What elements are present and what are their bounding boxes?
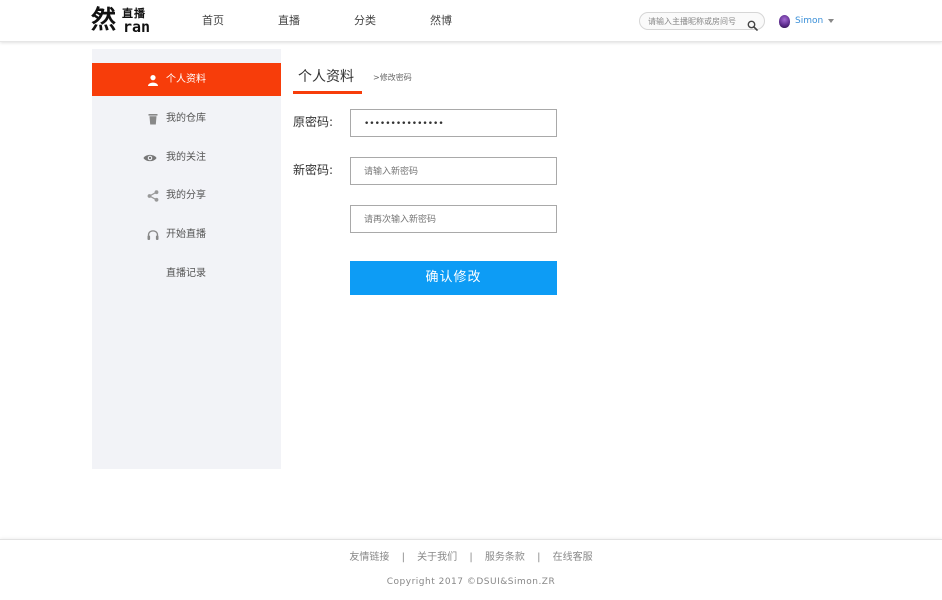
- sidebar-item-start-live[interactable]: 开始直播: [92, 218, 281, 251]
- sidebar-item-follows[interactable]: 我的关注: [92, 141, 281, 174]
- footer-separator: |: [401, 552, 405, 563]
- confirm-password-field[interactable]: [364, 213, 544, 226]
- chevron-down-icon[interactable]: [828, 19, 835, 23]
- eye-icon: [143, 151, 157, 165]
- share-icon: [146, 189, 160, 203]
- logo-text-bottom: ran: [123, 18, 151, 36]
- search-icon[interactable]: [747, 16, 758, 31]
- search-input[interactable]: [648, 15, 748, 28]
- nav-ranbo[interactable]: 然博: [430, 0, 452, 42]
- username[interactable]: Simon: [795, 12, 823, 30]
- new-password-label: 新密码:: [293, 163, 334, 177]
- sidebar-item-live-history[interactable]: 直播记录: [92, 257, 281, 290]
- avatar[interactable]: [779, 14, 790, 28]
- old-password-label: 原密码:: [293, 115, 334, 129]
- person-icon: [146, 73, 160, 87]
- old-password-field-box: [350, 109, 557, 137]
- copyright: Copyright 2017 ©DSUI&Simon.ZR: [386, 577, 556, 587]
- nav-category[interactable]: 分类: [354, 0, 376, 42]
- footer-link-terms[interactable]: 服务条款: [485, 552, 525, 563]
- footer-links: 友情链接 | 关于我们 | 服务条款 | 在线客服: [0, 551, 942, 565]
- nav-live[interactable]: 直播: [278, 0, 300, 42]
- sidebar-item-storage[interactable]: 我的仓库: [92, 102, 281, 135]
- old-password-field[interactable]: [364, 117, 544, 130]
- confirm-password-field-box: [350, 205, 557, 233]
- sidebar-item-label: 个人资料: [166, 74, 206, 85]
- footer-link-friends[interactable]: 友情链接: [349, 552, 389, 563]
- new-password-field[interactable]: [364, 165, 544, 178]
- footer: 友情链接 | 关于我们 | 服务条款 | 在线客服 Copyright 2017…: [0, 539, 942, 600]
- sidebar-item-label: 我的分享: [166, 190, 206, 201]
- tab-profile[interactable]: 个人资料: [298, 68, 354, 86]
- sidebar-item-profile[interactable]: 个人资料: [92, 63, 281, 96]
- new-password-field-box: [350, 157, 557, 185]
- sidebar-item-label: 开始直播: [166, 229, 206, 240]
- footer-link-about[interactable]: 关于我们: [417, 552, 457, 563]
- sidebar-item-label: 我的关注: [166, 152, 206, 163]
- footer-separator: |: [469, 552, 473, 563]
- active-tab-indicator: [293, 91, 362, 94]
- site-logo[interactable]: 然 直播 ran: [91, 5, 151, 37]
- headphones-icon: [146, 228, 160, 242]
- footer-link-support[interactable]: 在线客服: [553, 552, 593, 563]
- confirm-change-button[interactable]: 确认修改: [350, 261, 557, 295]
- logo-glyph: 然: [91, 5, 117, 34]
- sidebar-item-label: 我的仓库: [166, 113, 206, 124]
- breadcrumb: >修改密码: [373, 73, 412, 82]
- sidebar-item-label: 直播记录: [166, 268, 206, 279]
- footer-separator: |: [537, 552, 541, 563]
- top-header: 然 直播 ran 首页 直播 分类 然博 Simon: [0, 0, 942, 42]
- search-box: [639, 12, 765, 31]
- sidebar-item-shares[interactable]: 我的分享: [92, 179, 281, 212]
- user-menu[interactable]: Simon: [779, 12, 835, 30]
- sidebar: 个人资料 我的仓库 我的关注 我的分享 开始直播 直播记录: [92, 49, 281, 469]
- nav-home[interactable]: 首页: [202, 0, 224, 42]
- trash-icon: [146, 112, 160, 126]
